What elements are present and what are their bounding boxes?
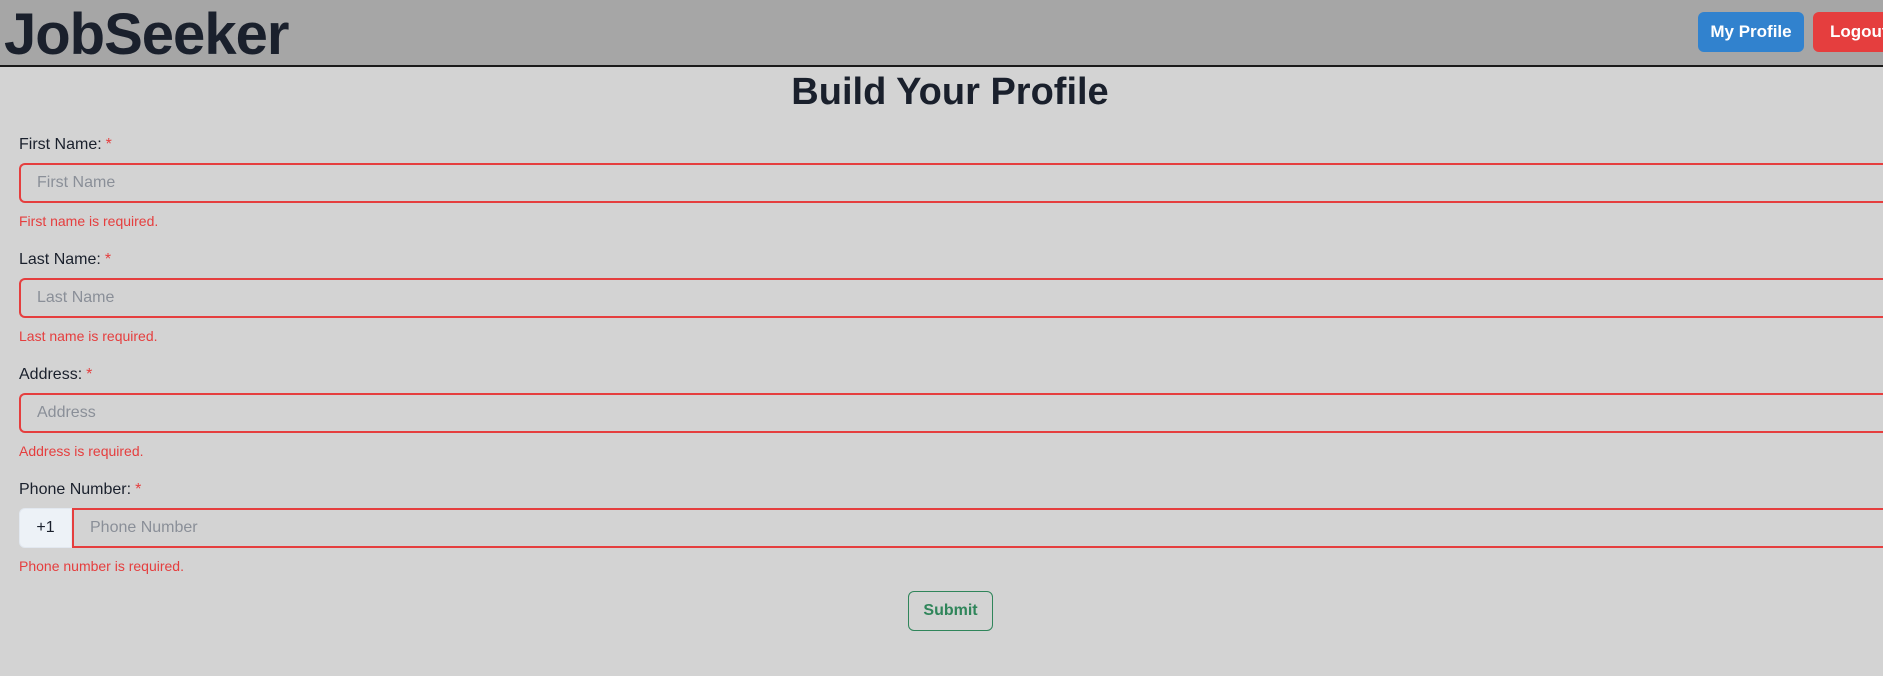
phone-number-input[interactable] — [72, 508, 1883, 548]
top-navbar: JobSeeker My Profile Logout — [0, 0, 1883, 67]
address-input[interactable] — [19, 393, 1883, 433]
required-asterisk: * — [105, 136, 112, 153]
required-asterisk: * — [104, 251, 112, 268]
first-name-label-text: First Name: — [19, 136, 102, 153]
required-asterisk: * — [135, 481, 142, 498]
address-label-text: Address: — [19, 366, 83, 383]
last-name-input[interactable] — [19, 278, 1883, 318]
first-name-error: First name is required. — [19, 213, 159, 229]
submit-button[interactable]: Submit — [908, 591, 993, 631]
country-code-addon: +1 — [19, 508, 72, 548]
last-name-label: Last Name: * — [19, 250, 111, 270]
phone-error: Phone number is required. — [19, 558, 184, 574]
last-name-label-text: Last Name: — [19, 251, 101, 268]
first-name-input[interactable] — [19, 163, 1883, 203]
my-profile-button[interactable]: My Profile — [1698, 12, 1804, 52]
required-asterisk: * — [86, 366, 93, 383]
phone-label-text: Phone Number: — [19, 481, 132, 498]
brand-logo-text[interactable]: JobSeeker — [4, 3, 289, 67]
last-name-error: Last name is required. — [19, 328, 158, 344]
address-error: Address is required. — [19, 443, 144, 459]
logout-button[interactable]: Logout — [1813, 12, 1883, 52]
page-title: Build Your Profile — [791, 71, 1109, 113]
first-name-label: First Name: * — [19, 135, 112, 155]
phone-label: Phone Number: * — [19, 480, 141, 500]
address-label: Address: * — [19, 365, 92, 385]
